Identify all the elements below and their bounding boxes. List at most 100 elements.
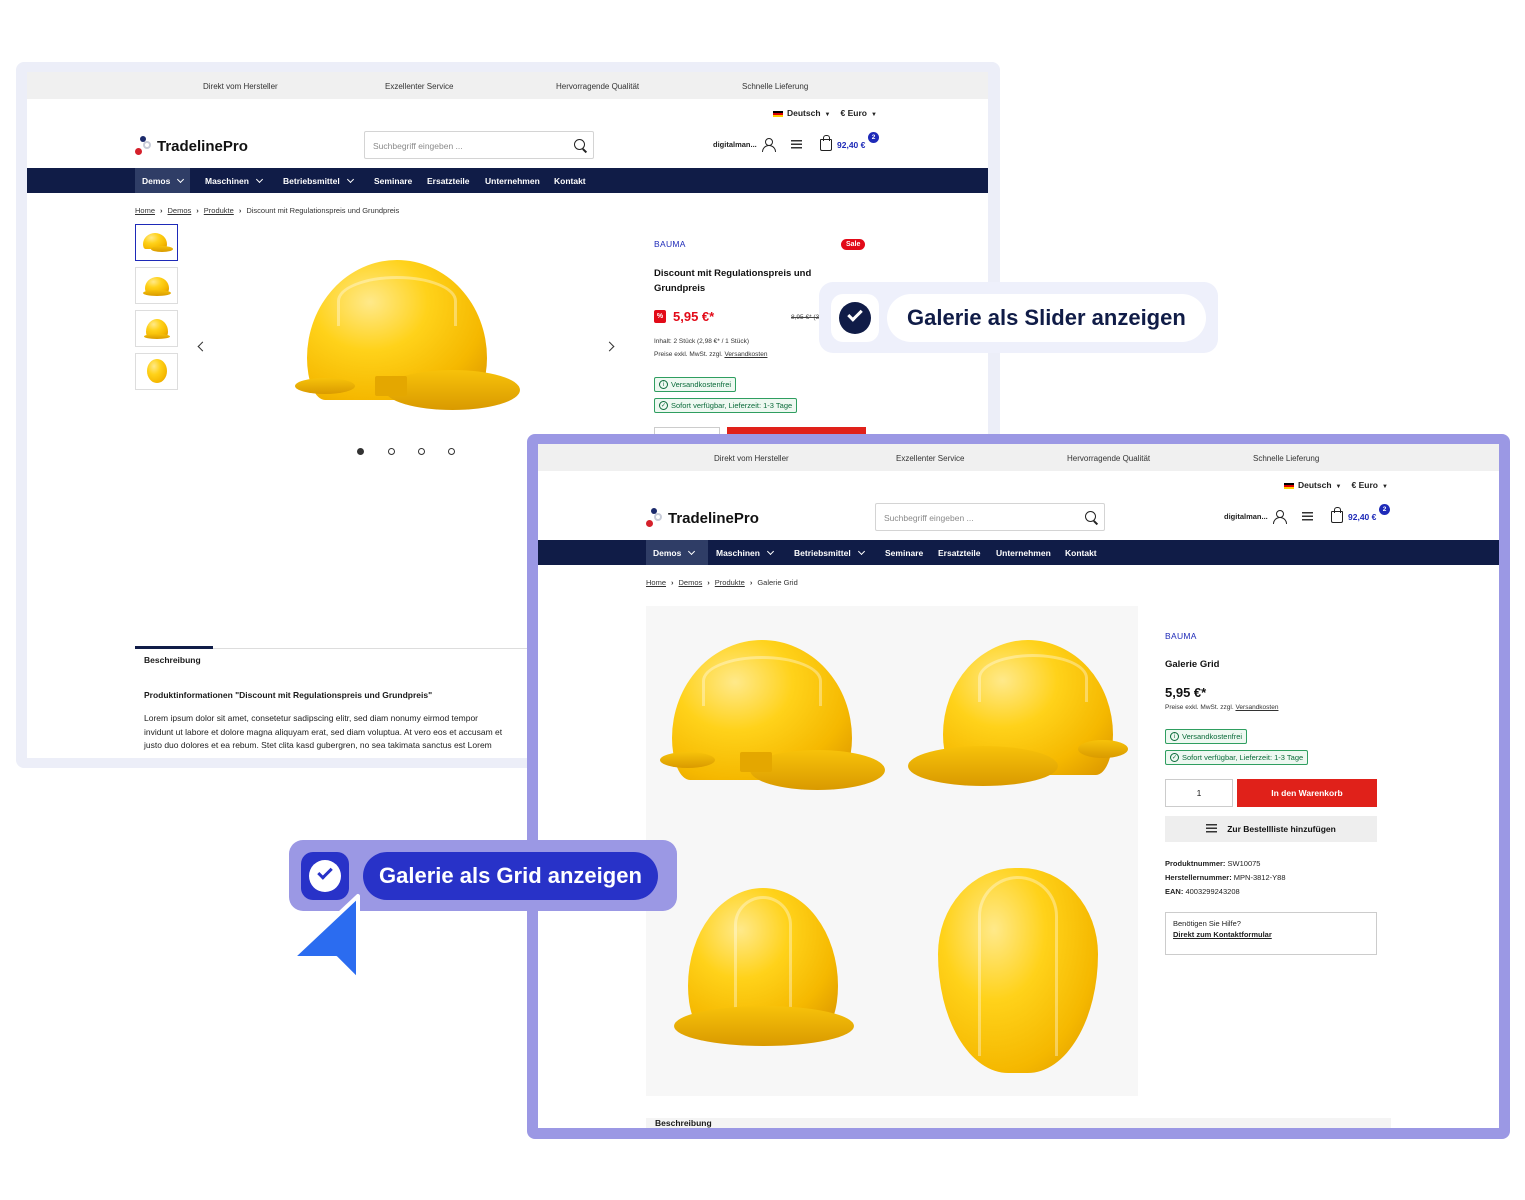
gallery-thumbnail[interactable] xyxy=(135,267,178,304)
add-to-order-list-button[interactable]: Zur Bestellliste hinzufügen xyxy=(1165,816,1377,842)
breadcrumb-demos[interactable]: Demos xyxy=(679,578,703,587)
chevron-right-icon: › xyxy=(238,206,242,215)
chevron-down-icon xyxy=(857,547,865,556)
main-nav: Demos Maschinen Betriebsmittel Seminare … xyxy=(538,540,1499,565)
slider-dot[interactable] xyxy=(448,448,455,455)
checkbox-checked[interactable] xyxy=(831,294,879,342)
slider-prev-icon[interactable] xyxy=(197,341,208,352)
logo-text: TradelinePro xyxy=(157,138,248,155)
nav-item-kontakt[interactable]: Kontakt xyxy=(554,176,586,186)
language-select[interactable]: Deutsch xyxy=(787,108,821,118)
quantity-input[interactable]: 1 xyxy=(1165,779,1233,807)
slider-next-icon[interactable] xyxy=(604,341,615,352)
nav-item-unternehmen[interactable]: Unternehmen xyxy=(485,176,540,186)
slider-option-label[interactable]: Galerie als Slider anzeigen xyxy=(819,282,1218,353)
check-icon xyxy=(847,306,863,322)
account-name[interactable]: digitalman... xyxy=(1224,512,1268,521)
breadcrumb-demos[interactable]: Demos xyxy=(168,206,192,215)
language-currency: Deutsch ▼ € Euro ▼ xyxy=(1284,480,1398,490)
slider-dot[interactable] xyxy=(418,448,425,455)
info-icon: i xyxy=(659,380,668,389)
nav-item-maschinen[interactable]: Maschinen xyxy=(205,175,263,186)
usp-item: Direkt vom Hersteller xyxy=(714,454,789,463)
nav-item-maschinen[interactable]: Maschinen xyxy=(716,547,774,558)
chevron-right-icon: › xyxy=(707,578,710,587)
breadcrumb-home[interactable]: Home xyxy=(135,206,155,215)
german-flag-icon xyxy=(773,110,783,117)
usp-item: Schnelle Lieferung xyxy=(742,82,809,91)
nav-item-ersatzteile[interactable]: Ersatzteile xyxy=(427,176,470,186)
search-icon[interactable] xyxy=(1085,511,1096,522)
breadcrumb-current: Discount mit Regulationspreis und Grundp… xyxy=(246,206,400,215)
user-icon[interactable] xyxy=(1273,510,1287,524)
nav-item-demos[interactable]: Demos xyxy=(653,547,696,558)
cart-icon[interactable] xyxy=(1331,507,1343,523)
chevron-right-icon: › xyxy=(160,206,163,215)
tab-description[interactable]: Beschreibung xyxy=(144,655,201,665)
tab-description[interactable]: Beschreibung xyxy=(655,1118,712,1128)
info-icon: i xyxy=(1170,732,1179,741)
gallery-thumbnail[interactable] xyxy=(135,224,178,261)
cart-total[interactable]: 92,40 € xyxy=(1348,512,1376,522)
breadcrumb-produkte[interactable]: Produkte xyxy=(715,578,745,587)
search-icon[interactable] xyxy=(574,139,585,150)
logo-mark-icon xyxy=(646,506,662,532)
manufacturer-link[interactable]: BAUMA xyxy=(654,239,686,249)
cart-total[interactable]: 92,40 € xyxy=(837,140,865,150)
usp-item: Exzellenter Service xyxy=(385,82,454,91)
list-price: 8,95 €* (3 xyxy=(791,314,820,321)
ean: 4003299243208 xyxy=(1185,887,1240,896)
delivery-badge: ✓ Sofort verfügbar, Lieferzeit: 1-3 Tage xyxy=(654,398,798,413)
breadcrumb-produkte[interactable]: Produkte xyxy=(204,206,234,215)
manufacturer-number: MPN-3812-Y88 xyxy=(1233,873,1286,882)
nav-item-ersatzteile[interactable]: Ersatzteile xyxy=(938,548,981,558)
nav-item-unternehmen[interactable]: Unternehmen xyxy=(996,548,1051,558)
add-to-cart-button[interactable]: In den Warenkorb xyxy=(1237,779,1377,807)
breadcrumb-home[interactable]: Home xyxy=(646,578,666,587)
order-list-icon[interactable] xyxy=(791,140,802,149)
free-shipping-badge: i Versandkostenfrei xyxy=(1165,729,1248,744)
product-number: SW10075 xyxy=(1227,859,1261,868)
gallery-thumbnail[interactable] xyxy=(135,353,178,390)
order-list-icon xyxy=(1206,824,1218,833)
nav-item-kontakt[interactable]: Kontakt xyxy=(1065,548,1097,558)
search-input[interactable]: Suchbegriff eingeben ... xyxy=(875,503,1105,531)
shipping-costs-link[interactable]: Versandkosten xyxy=(724,351,767,358)
cart-icon[interactable] xyxy=(820,135,832,151)
usp-bar: Direkt vom Hersteller Exzellenter Servic… xyxy=(27,72,988,99)
chevron-down-icon xyxy=(177,175,185,184)
cart-count-badge: 2 xyxy=(868,132,879,143)
tab-active-indicator xyxy=(135,646,213,649)
language-select[interactable]: Deutsch xyxy=(1298,480,1332,490)
shipping-costs-link[interactable]: Versandkosten xyxy=(1235,704,1278,711)
delivery-badge: ✓ Sofort verfügbar, Lieferzeit: 1-3 Tage xyxy=(1165,750,1309,765)
grid-window: Direkt vom Hersteller Exzellenter Servic… xyxy=(527,434,1510,1139)
usp-item: Hervorragende Qualität xyxy=(556,82,640,91)
breadcrumb-current: Galerie Grid xyxy=(757,578,798,587)
language-currency: Deutsch ▼ € Euro ▼ xyxy=(773,108,887,118)
manufacturer-link[interactable]: BAUMA xyxy=(1165,631,1197,641)
grid-option-text: Galerie als Grid anzeigen xyxy=(363,852,658,900)
user-icon[interactable] xyxy=(762,138,776,152)
product-title: Galerie Grid xyxy=(1165,659,1220,670)
contact-form-link[interactable]: Direkt zum Kontaktformular xyxy=(1173,930,1369,939)
search-placeholder: Suchbegriff eingeben ... xyxy=(884,513,974,523)
nav-item-betriebsmittel[interactable]: Betriebsmittel xyxy=(283,175,354,186)
usp-item: Direkt vom Hersteller xyxy=(203,82,278,91)
usp-item: Hervorragende Qualität xyxy=(1067,454,1151,463)
nav-item-betriebsmittel[interactable]: Betriebsmittel xyxy=(794,547,865,558)
check-circle-icon: ✓ xyxy=(1170,753,1179,762)
nav-item-seminare[interactable]: Seminare xyxy=(374,176,412,186)
currency-select[interactable]: € Euro xyxy=(841,108,867,118)
nav-item-demos[interactable]: Demos xyxy=(142,175,185,186)
description-title: Produktinformationen "Discount mit Regul… xyxy=(144,690,433,700)
logo-mark-icon xyxy=(135,134,151,160)
slider-dot-active[interactable] xyxy=(357,448,364,455)
nav-item-seminare[interactable]: Seminare xyxy=(885,548,923,558)
order-list-icon[interactable] xyxy=(1302,512,1313,521)
gallery-thumbnail[interactable] xyxy=(135,310,178,347)
account-name[interactable]: digitalman... xyxy=(713,140,757,149)
search-input[interactable]: Suchbegriff eingeben ... xyxy=(364,131,594,159)
slider-dot[interactable] xyxy=(388,448,395,455)
currency-select[interactable]: € Euro xyxy=(1352,480,1378,490)
